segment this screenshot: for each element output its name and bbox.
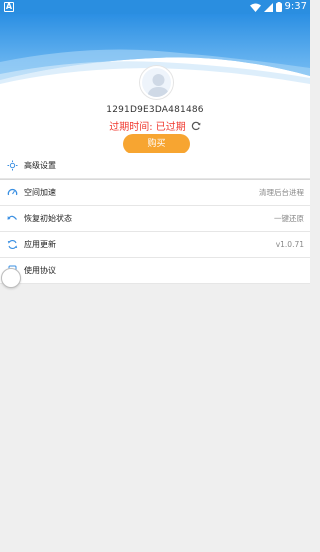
settings-sun-icon [7, 160, 18, 171]
menu-item-usage-agreement[interactable]: 使用协议 [0, 258, 310, 284]
undo-icon [7, 215, 17, 220]
refresh-icon[interactable] [191, 121, 201, 131]
speedometer-icon [7, 188, 18, 196]
menu-value: 一键还原 [274, 214, 304, 223]
expiry-row: 过期时间: 已过期 [0, 118, 310, 133]
battery-icon [275, 2, 282, 12]
buy-button[interactable]: 购买 [123, 134, 190, 154]
menu-label: 使用协议 [24, 266, 56, 275]
menu-item-advanced-settings[interactable]: 高级设置 [0, 153, 310, 179]
floating-assist-button[interactable] [1, 268, 21, 288]
wifi-icon [249, 3, 261, 12]
user-avatar[interactable] [140, 66, 173, 99]
menu-label: 应用更新 [24, 240, 56, 249]
menu-value: 清理后台进程 [259, 188, 304, 197]
app-a-icon: A [4, 2, 14, 12]
menu-value: v1.0.71 [275, 240, 304, 249]
menu-label: 恢复初始状态 [24, 214, 72, 223]
expiry-status: 过期时间: 已过期 [109, 122, 186, 133]
device-id: 1291D9E3DA481486 [106, 105, 204, 115]
menu-item-app-update[interactable]: 应用更新 v1.0.71 [0, 232, 310, 258]
settings-menu: 高级设置 空间加速 清理后台进程 恢复初始状态 一键还原 应用更新 v1.0.7… [0, 153, 310, 284]
status-icons: 9:37 [249, 1, 307, 13]
status-time: 9:37 [284, 1, 307, 12]
menu-item-space-acceleration[interactable]: 空间加速 清理后台进程 [0, 180, 310, 206]
profile-header: 1291D9E3DA481486 过期时间: 已过期 购买 [0, 14, 310, 154]
menu-label: 高级设置 [24, 161, 56, 170]
menu-label: 空间加速 [24, 188, 56, 197]
status-bar: A 9:37 [0, 0, 310, 14]
signal-icon [263, 2, 273, 12]
menu-item-restore-initial-state[interactable]: 恢复初始状态 一键还原 [0, 206, 310, 232]
sync-icon [7, 240, 18, 249]
